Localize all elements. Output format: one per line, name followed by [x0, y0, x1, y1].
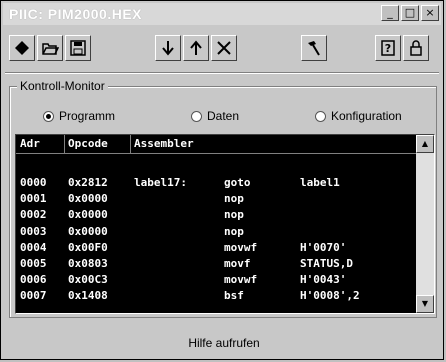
cell-opcode: 0x0000 [68, 208, 108, 222]
table-row[interactable]: 0001 0x0000 nop [16, 191, 416, 207]
listing-header: Adr Opcode Assembler [16, 135, 416, 154]
group-label: Kontroll-Monitor [17, 79, 108, 93]
help-call-button[interactable]: Hilfe aufrufen [141, 331, 307, 355]
diamond-icon [15, 41, 29, 55]
program-listing[interactable]: Adr Opcode Assembler 0000 0x2812 label17: g… [15, 134, 435, 314]
open-button[interactable] [37, 35, 63, 61]
cell-opcode: 0x0803 [68, 256, 108, 270]
table-row[interactable]: 0003 0x0000 nop [16, 224, 416, 240]
column-header-assembler[interactable]: Assembler [134, 137, 194, 150]
table-row[interactable]: 0007 0x1408 bsf H'0008',2 [16, 288, 416, 304]
column-header-adr[interactable]: Adr [20, 137, 40, 150]
cell-mnemonic: movf [224, 256, 251, 270]
column-separator [64, 135, 65, 153]
hammer-icon [308, 41, 320, 56]
cell-operand: H'0043' [300, 273, 347, 287]
scroll-up-icon[interactable]: ▲ [416, 135, 434, 153]
radio-selected-icon [43, 110, 54, 122]
cell-label: label17: [134, 176, 187, 189]
window-controls: _ □ × [381, 5, 439, 21]
vertical-scrollbar[interactable]: ▲ ▼ [416, 135, 434, 313]
toolbar: ? [5, 29, 439, 69]
cell-operand: H'0070' [300, 240, 347, 254]
radio-daten[interactable]: Daten [191, 109, 239, 123]
download-button[interactable] [155, 35, 181, 61]
lock-icon [410, 40, 422, 56]
cell-opcode: 0x2812 [68, 176, 108, 189]
cell-operand: label1 [300, 176, 340, 189]
cell-opcode: 0x0000 [68, 192, 108, 206]
column-separator [130, 135, 131, 153]
help-toolbar-button[interactable]: ? [375, 35, 401, 61]
tools-button[interactable] [301, 35, 327, 61]
cell-mnemonic: goto [224, 176, 251, 189]
cell-mnemonic: movwf [224, 273, 258, 287]
radio-label: Konfiguration [331, 109, 402, 123]
cell-address: 0007 [20, 289, 47, 303]
column-header-opcode[interactable]: Opcode [68, 137, 108, 150]
cell-mnemonic: bsf [224, 289, 244, 303]
cross-icon [217, 41, 231, 55]
cell-opcode: 0x0000 [68, 224, 108, 238]
lock-button[interactable] [403, 35, 429, 61]
delete-button[interactable] [211, 35, 237, 61]
title-bar[interactable]: PIIC: PIM2000.HEX _ □ × [3, 3, 441, 25]
scroll-down-icon[interactable]: ▼ [416, 295, 434, 313]
arrow-down-icon [162, 41, 174, 56]
radio-unselected-icon [315, 110, 326, 122]
cell-address: 0006 [20, 273, 47, 287]
arrow-up-icon [190, 40, 202, 55]
table-row[interactable]: 0005 0x0803 movf STATUS,D [16, 256, 416, 272]
radio-label: Daten [207, 109, 240, 123]
close-button[interactable]: × [421, 5, 439, 21]
cell-opcode: 0x00F0 [68, 240, 108, 254]
cell-address: 0002 [20, 208, 47, 222]
minimize-button[interactable]: _ [381, 5, 399, 21]
toolbar-divider [5, 72, 439, 74]
cell-mnemonic: nop [224, 224, 244, 238]
listing-rows: 0000 0x2812 label17: goto label1 0001 0x0000 no… [16, 175, 416, 305]
cell-address: 0001 [20, 192, 47, 206]
radio-label: Programm [59, 109, 116, 123]
table-row[interactable]: 0006 0x00C3 movwf H'0043' [16, 272, 416, 288]
cell-address: 0004 [20, 240, 47, 254]
maximize-button[interactable]: □ [401, 5, 419, 21]
cell-mnemonic: nop [224, 208, 244, 222]
svg-text:?: ? [385, 42, 391, 55]
radio-unselected-icon [191, 110, 202, 122]
cell-mnemonic: nop [224, 192, 244, 206]
table-row[interactable]: 0000 0x2812 label17: goto label1 [16, 175, 416, 191]
cell-address: 0005 [20, 256, 47, 270]
window-title: PIIC: PIM2000.HEX [9, 6, 142, 22]
help-icon: ? [381, 40, 395, 56]
cell-opcode: 0x00C3 [68, 273, 108, 287]
radio-konfiguration[interactable]: Konfiguration [315, 109, 402, 123]
cell-address: 0003 [20, 224, 47, 238]
table-row[interactable]: 0002 0x0000 nop [16, 207, 416, 223]
help-call-label: Hilfe aufrufen [188, 336, 260, 350]
save-disk-icon [70, 40, 86, 56]
cell-operand: STATUS,D [300, 256, 353, 270]
run-button[interactable] [9, 35, 35, 61]
cell-operand: H'0008',2 [300, 289, 360, 303]
open-folder-icon [42, 43, 59, 55]
save-button[interactable] [65, 35, 91, 61]
cell-opcode: 0x1408 [68, 289, 108, 303]
radio-programm[interactable]: Programm [43, 109, 115, 123]
table-row[interactable]: 0004 0x00F0 movwf H'0070' [16, 240, 416, 256]
application-window: PIIC: PIM2000.HEX _ □ × ? Kontroll-Monit… [0, 0, 444, 360]
cell-address: 0000 [20, 176, 47, 189]
upload-button[interactable] [183, 35, 209, 61]
cell-mnemonic: movwf [224, 240, 258, 254]
